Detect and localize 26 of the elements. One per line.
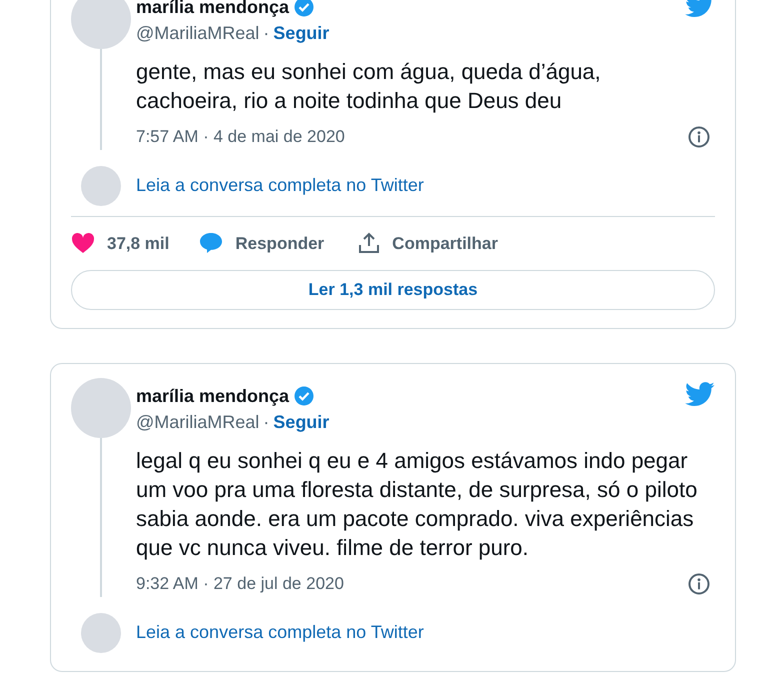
author-name[interactable]: marília mendonça: [136, 0, 290, 19]
small-avatar: [81, 612, 121, 652]
like-count[interactable]: 37,8 mil: [107, 230, 170, 256]
speech-bubble-icon[interactable]: [199, 232, 224, 254]
author-handle[interactable]: @MariliaMReal: [136, 21, 260, 45]
read-conversation-link[interactable]: Leia a conversa completa no Twitter: [136, 172, 424, 199]
separator-dot: ·: [263, 411, 270, 434]
info-icon[interactable]: [688, 572, 710, 595]
tweet-time[interactable]: 7:57 AM · 4 de mai de 2020: [136, 124, 345, 150]
follow-link[interactable]: Seguir: [273, 410, 330, 434]
tweet-time[interactable]: 9:32 AM · 27 de jul de 2020: [136, 571, 344, 596]
share-label[interactable]: Compartilhar: [392, 230, 498, 256]
tweet-text: gente, mas eu sonhei com água, queda d’água, cachoeira, rio a noite todinha que Deus deu: [136, 58, 602, 115]
author-name[interactable]: marília mendonça: [136, 384, 290, 408]
read-replies-button[interactable]: Ler 1,3 mil respostas: [71, 270, 715, 310]
small-avatar: [81, 166, 121, 206]
follow-link[interactable]: Seguir: [273, 21, 330, 45]
reply-label[interactable]: Responder: [235, 230, 324, 256]
bird-icon: [685, 382, 715, 407]
tweet-text: legal q eu sonhei q eu e 4 amigos estávamos indo pegar um voo pra uma floresta distante, de surpresa, só o piloto sabia aonde. era um pacote comprado. viva experiências que vc nunca viveu. filme de terror puro.: [136, 447, 698, 562]
heart-icon[interactable]: [71, 232, 95, 254]
separator-dot: ·: [263, 22, 270, 45]
read-conversation-link[interactable]: Leia a conversa completa no Twitter: [136, 619, 424, 646]
author-handle[interactable]: @MariliaMReal: [136, 410, 260, 434]
share-icon[interactable]: [358, 232, 380, 254]
info-icon[interactable]: [688, 126, 710, 148]
